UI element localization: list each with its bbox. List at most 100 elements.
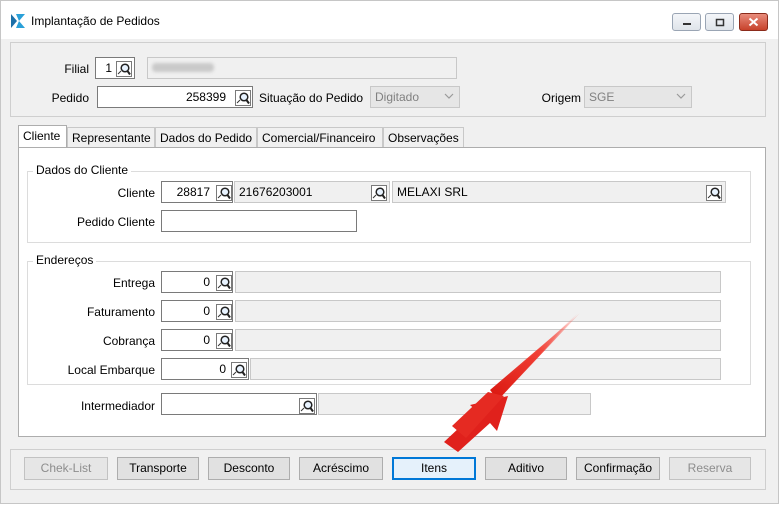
itens-button[interactable]: Itens [392, 457, 476, 480]
cliente-name-value: MELAXI SRL [397, 185, 468, 199]
main-window: Implantação de Pedidos Filial 1 Pedido 2… [0, 0, 779, 504]
dados-cliente-title: Dados do Cliente [33, 163, 132, 177]
pedido-value: 258399 [185, 90, 226, 104]
title-bar[interactable]: Implantação de Pedidos [1, 1, 778, 39]
intermediador-field[interactable] [161, 393, 317, 415]
filial-label: Filial [64, 62, 89, 76]
entrega-label: Entrega [112, 276, 155, 290]
intermediador-label: Intermediador [80, 399, 155, 413]
filial-lookup-button[interactable] [115, 60, 132, 77]
magnifier-lookup-icon [230, 361, 247, 378]
local-embarque-label: Local Embarque [67, 363, 155, 377]
tab-observacoes[interactable]: Observações [383, 127, 464, 147]
transporte-button[interactable]: Transporte [117, 457, 199, 480]
header-panel: Filial 1 Pedido 258399 Situação do Pedid… [10, 42, 766, 117]
maximize-button[interactable] [705, 13, 734, 31]
magnifier-lookup-icon [215, 184, 232, 201]
desconto-button[interactable]: Desconto [208, 457, 290, 480]
cobranca-label: Cobrança [102, 334, 155, 348]
tab-representante-label: Representante [72, 131, 151, 145]
window-title: Implantação de Pedidos [31, 14, 160, 28]
origem-label: Origem [541, 91, 581, 105]
situacao-label: Situação do Pedido [259, 91, 364, 105]
cliente-name-field: MELAXI SRL [392, 181, 726, 203]
cliente-code-value: 28817 [176, 185, 210, 199]
origem-select[interactable]: SGE [584, 86, 692, 108]
intermediador-lookup-button[interactable] [298, 397, 315, 414]
button-bar: Chek-List Transporte Desconto Acréscimo … [10, 449, 766, 490]
filial-name-redacted [152, 63, 214, 72]
reserva-button-label: Reserva [687, 461, 733, 475]
magnifier-lookup-icon [705, 184, 722, 201]
aditivo-button-label: Aditivo [507, 461, 545, 475]
cobranca-lookup-button[interactable] [215, 332, 232, 349]
enderecos-title: Endereços [33, 253, 97, 267]
minimize-icon [682, 23, 691, 25]
tab-dados-do-pedido-label: Dados do Pedido [160, 131, 253, 145]
situacao-value: Digitado [375, 90, 420, 104]
reserva-button[interactable]: Reserva [669, 457, 751, 480]
chevron-down-icon [444, 93, 454, 99]
checklist-button[interactable]: Chek-List [24, 457, 108, 480]
faturamento-address-field [235, 300, 721, 322]
confirmacao-button[interactable]: Confirmação [576, 457, 660, 480]
local-embarque-lookup-button[interactable] [230, 361, 247, 378]
magnifier-lookup-icon [215, 303, 232, 320]
local-embarque-address-field [250, 358, 721, 380]
pedido-lookup-button[interactable] [234, 89, 251, 106]
origem-value: SGE [589, 90, 615, 104]
cliente-doc-field: 21676203001 [234, 181, 390, 203]
checklist-button-label: Chek-List [40, 461, 92, 475]
acrescimo-button[interactable]: Acréscimo [299, 457, 383, 480]
entrega-address-field [235, 271, 721, 293]
confirmacao-button-label: Confirmação [583, 461, 653, 475]
entrega-value: 0 [203, 275, 210, 289]
filial-name-field [147, 57, 457, 79]
intermediador-name-field [318, 393, 591, 415]
tab-observacoes-label: Observações [388, 131, 459, 145]
situacao-select[interactable]: Digitado [370, 86, 460, 108]
transporte-button-label: Transporte [129, 461, 187, 475]
tab-comercial-financeiro[interactable]: Comercial/Financeiro [257, 127, 383, 147]
pedido-label: Pedido [51, 91, 89, 105]
magnifier-lookup-icon [215, 332, 232, 349]
tab-comercial-financeiro-label: Comercial/Financeiro [262, 131, 376, 145]
cliente-name-lookup-button[interactable] [705, 184, 722, 201]
faturamento-label: Faturamento [86, 305, 155, 319]
window-content: Filial 1 Pedido 258399 Situação do Pedid… [7, 39, 772, 500]
cobranca-address-field [235, 329, 721, 351]
desconto-button-label: Desconto [223, 461, 275, 475]
cliente-lookup-button[interactable] [215, 184, 232, 201]
close-button[interactable] [739, 13, 768, 31]
tab-cliente[interactable]: Cliente [18, 125, 67, 147]
cliente-doc-value: 21676203001 [239, 185, 313, 199]
entrega-lookup-button[interactable] [215, 274, 232, 291]
tab-strip: Cliente Representante Dados do Pedido Co… [18, 125, 768, 149]
tab-representante[interactable]: Representante [67, 127, 155, 147]
faturamento-value: 0 [203, 304, 210, 318]
itens-button-label: Itens [420, 461, 447, 475]
magnifier-lookup-icon [370, 184, 387, 201]
minimize-button[interactable] [672, 13, 701, 31]
tab-page-cliente: Dados do Cliente Cliente 28817 216762030… [18, 147, 766, 437]
cliente-label: Cliente [117, 186, 155, 200]
maximize-icon [715, 18, 724, 26]
magnifier-lookup-icon [298, 397, 315, 414]
app-logo-icon [10, 13, 26, 29]
magnifier-lookup-icon [234, 89, 251, 106]
magnifier-lookup-icon [215, 274, 232, 291]
magnifier-lookup-icon [115, 60, 132, 77]
faturamento-lookup-button[interactable] [215, 303, 232, 320]
tab-dados-do-pedido[interactable]: Dados do Pedido [155, 127, 257, 147]
close-icon [748, 17, 759, 27]
tab-cliente-label: Cliente [23, 129, 61, 143]
cobranca-value: 0 [203, 333, 210, 347]
pedido-cliente-field[interactable] [161, 210, 357, 232]
pedido-cliente-label: Pedido Cliente [76, 215, 155, 229]
local-embarque-value: 0 [219, 362, 226, 376]
chevron-down-icon [676, 93, 686, 99]
pedido-field[interactable]: 258399 [97, 86, 253, 108]
acrescimo-button-label: Acréscimo [312, 461, 369, 475]
cliente-doc-lookup-button[interactable] [370, 184, 387, 201]
aditivo-button[interactable]: Aditivo [485, 457, 567, 480]
